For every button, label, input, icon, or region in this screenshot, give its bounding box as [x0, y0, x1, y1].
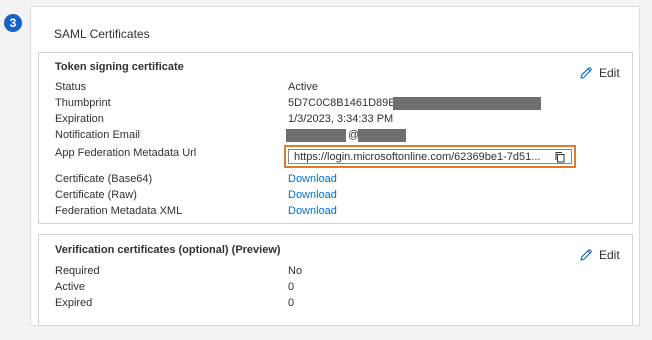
federation-xml-label: Federation Metadata XML — [55, 205, 183, 217]
status-value: Active — [288, 81, 318, 93]
thumbprint-label: Thumbprint — [55, 97, 111, 109]
token-edit-label: Edit — [599, 66, 620, 80]
metadata-url-field[interactable]: https://login.microsoftonline.com/62369b… — [288, 149, 572, 164]
token-signing-certificate-card: Token signing certificate Edit Status Ac… — [38, 52, 633, 224]
metadata-url-label: App Federation Metadata Url — [55, 147, 197, 159]
cert-base64-download-link[interactable]: Download — [288, 173, 337, 185]
pencil-icon — [580, 67, 592, 79]
expired-label: Expired — [55, 297, 93, 309]
copy-icon[interactable] — [553, 150, 567, 164]
token-signing-heading: Token signing certificate — [55, 61, 184, 73]
token-edit-button[interactable]: Edit — [579, 66, 620, 80]
expiration-value: 1/3/2023, 3:34:33 PM — [288, 113, 394, 125]
thumbprint-redaction — [393, 97, 541, 110]
section-title: SAML Certificates — [54, 27, 150, 41]
metadata-url-value: https://login.microsoftonline.com/62369b… — [294, 150, 541, 163]
verification-edit-label: Edit — [599, 248, 620, 262]
saml-certificates-section: SAML Certificates Token signing certific… — [30, 6, 640, 326]
verification-certificates-card: Verification certificates (optional) (Pr… — [38, 234, 633, 326]
step-number-badge: 3 — [4, 14, 22, 32]
federation-xml-download-link[interactable]: Download — [288, 205, 337, 217]
required-value: No — [288, 265, 303, 277]
email-redaction-right — [358, 129, 406, 142]
verification-heading: Verification certificates (optional) (Pr… — [55, 244, 281, 256]
cert-base64-label: Certificate (Base64) — [55, 173, 153, 185]
notification-email-label: Notification Email — [55, 129, 140, 141]
metadata-url-highlight: https://login.microsoftonline.com/62369b… — [284, 145, 576, 168]
cert-raw-label: Certificate (Raw) — [55, 189, 137, 201]
cert-raw-download-link[interactable]: Download — [288, 189, 337, 201]
required-label: Required — [55, 265, 100, 277]
expired-value: 0 — [288, 297, 295, 309]
pencil-icon — [580, 249, 592, 261]
active-value: 0 — [288, 281, 295, 293]
verification-edit-button[interactable]: Edit — [579, 248, 620, 262]
active-label: Active — [55, 281, 85, 293]
status-label: Status — [55, 81, 87, 93]
email-redaction-left — [286, 129, 346, 142]
expiration-label: Expiration — [55, 113, 104, 125]
